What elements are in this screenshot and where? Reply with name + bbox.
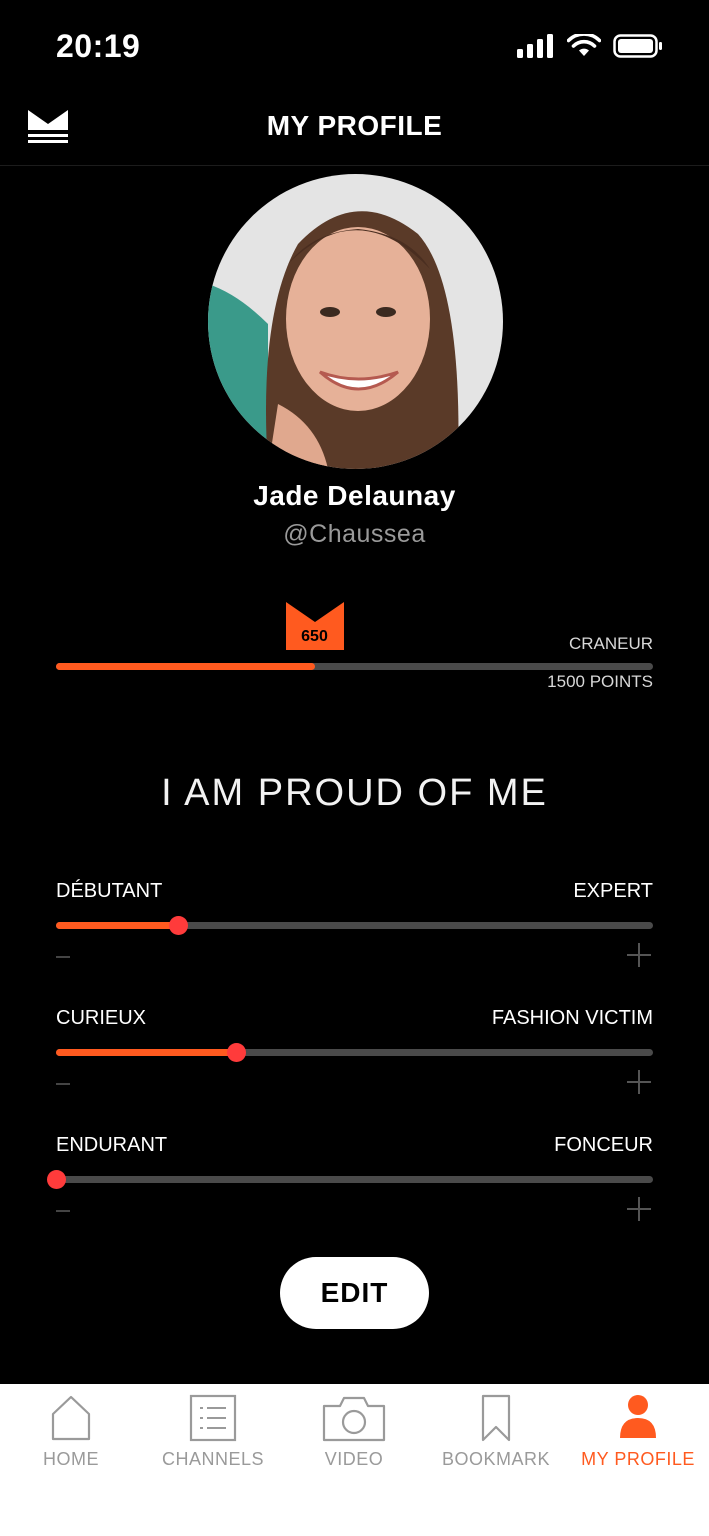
increase-button[interactable] (627, 1196, 653, 1222)
battery-icon (613, 34, 662, 58)
slider-thumb[interactable] (169, 916, 189, 935)
user-handle: @Chaussea (283, 520, 426, 548)
motto: I AM PROUD OF ME (161, 772, 548, 814)
increase-button[interactable] (627, 1069, 653, 1095)
increase-button[interactable] (627, 942, 653, 968)
points-value: 650 (301, 628, 328, 645)
tab-label: VIDEO (324, 1449, 384, 1469)
tab-label: CHANNELS (161, 1449, 265, 1469)
level-name: CRANEUR (568, 634, 653, 653)
slider-track[interactable] (56, 1043, 653, 1062)
slider-curieux-fashion: CURIEUX FASHION VICTIM (56, 1007, 653, 1117)
avatar[interactable] (208, 174, 503, 469)
tab-label: BOOKMARK (441, 1449, 551, 1469)
channels-icon (189, 1394, 237, 1442)
points-fill (56, 663, 315, 670)
slider-label-right: EXPERT (573, 880, 653, 902)
header: MY PROFILE (0, 92, 709, 166)
slider-track[interactable] (56, 916, 653, 935)
tab-bar: HOME CHANNELS VIDEO BOOKMARK MY PROFILE (0, 1384, 709, 1536)
camera-icon (322, 1396, 386, 1442)
slider-thumb[interactable] (227, 1043, 247, 1062)
profile-icon (620, 1395, 656, 1438)
home-icon (51, 1395, 91, 1441)
status-icons (517, 34, 663, 58)
user-name: Jade Delaunay (253, 480, 456, 511)
points-track (56, 663, 653, 670)
tab-label: MY PROFILE (581, 1449, 695, 1469)
points-progress: 650 CRANEUR 1500 POINTS (56, 600, 653, 700)
tab-my-profile[interactable]: MY PROFILE (567, 1384, 709, 1484)
slider-label-right: FASHION VICTIM (491, 1007, 653, 1029)
slider-label-left: ENDURANT (56, 1134, 168, 1156)
slider-debutant-expert: DÉBUTANT EXPERT (56, 880, 653, 990)
status-bar: 20:19 (0, 0, 709, 92)
slider-fill (56, 922, 179, 929)
tab-home[interactable]: HOME (0, 1384, 142, 1484)
slider-track[interactable] (47, 1170, 653, 1189)
slider-endurant-fonceur: ENDURANT FONCEUR (47, 1134, 653, 1244)
slider-label-left: CURIEUX (56, 1007, 147, 1029)
slider-thumb[interactable] (47, 1170, 66, 1189)
tab-video[interactable]: VIDEO (283, 1384, 425, 1484)
decrease-button[interactable] (56, 1200, 72, 1220)
tab-label: HOME (43, 1449, 99, 1469)
tab-bookmark[interactable]: BOOKMARK (425, 1384, 567, 1484)
signal-icon (517, 34, 553, 58)
slider-fill (56, 1049, 237, 1056)
decrease-button[interactable] (56, 946, 72, 966)
slider-label-right: FONCEUR (554, 1134, 653, 1156)
wifi-icon (567, 34, 601, 56)
page-title: MY PROFILE (266, 110, 443, 141)
tab-channels[interactable]: CHANNELS (142, 1384, 284, 1484)
points-badge: 650 (285, 602, 344, 650)
decrease-button[interactable] (56, 1073, 72, 1093)
bookmark-icon (481, 1394, 511, 1442)
edit-button[interactable]: EDIT (280, 1257, 429, 1329)
slider-label-left: DÉBUTANT (56, 880, 163, 902)
max-points: 1500 POINTS (547, 672, 653, 691)
status-time: 20:19 (56, 28, 141, 64)
